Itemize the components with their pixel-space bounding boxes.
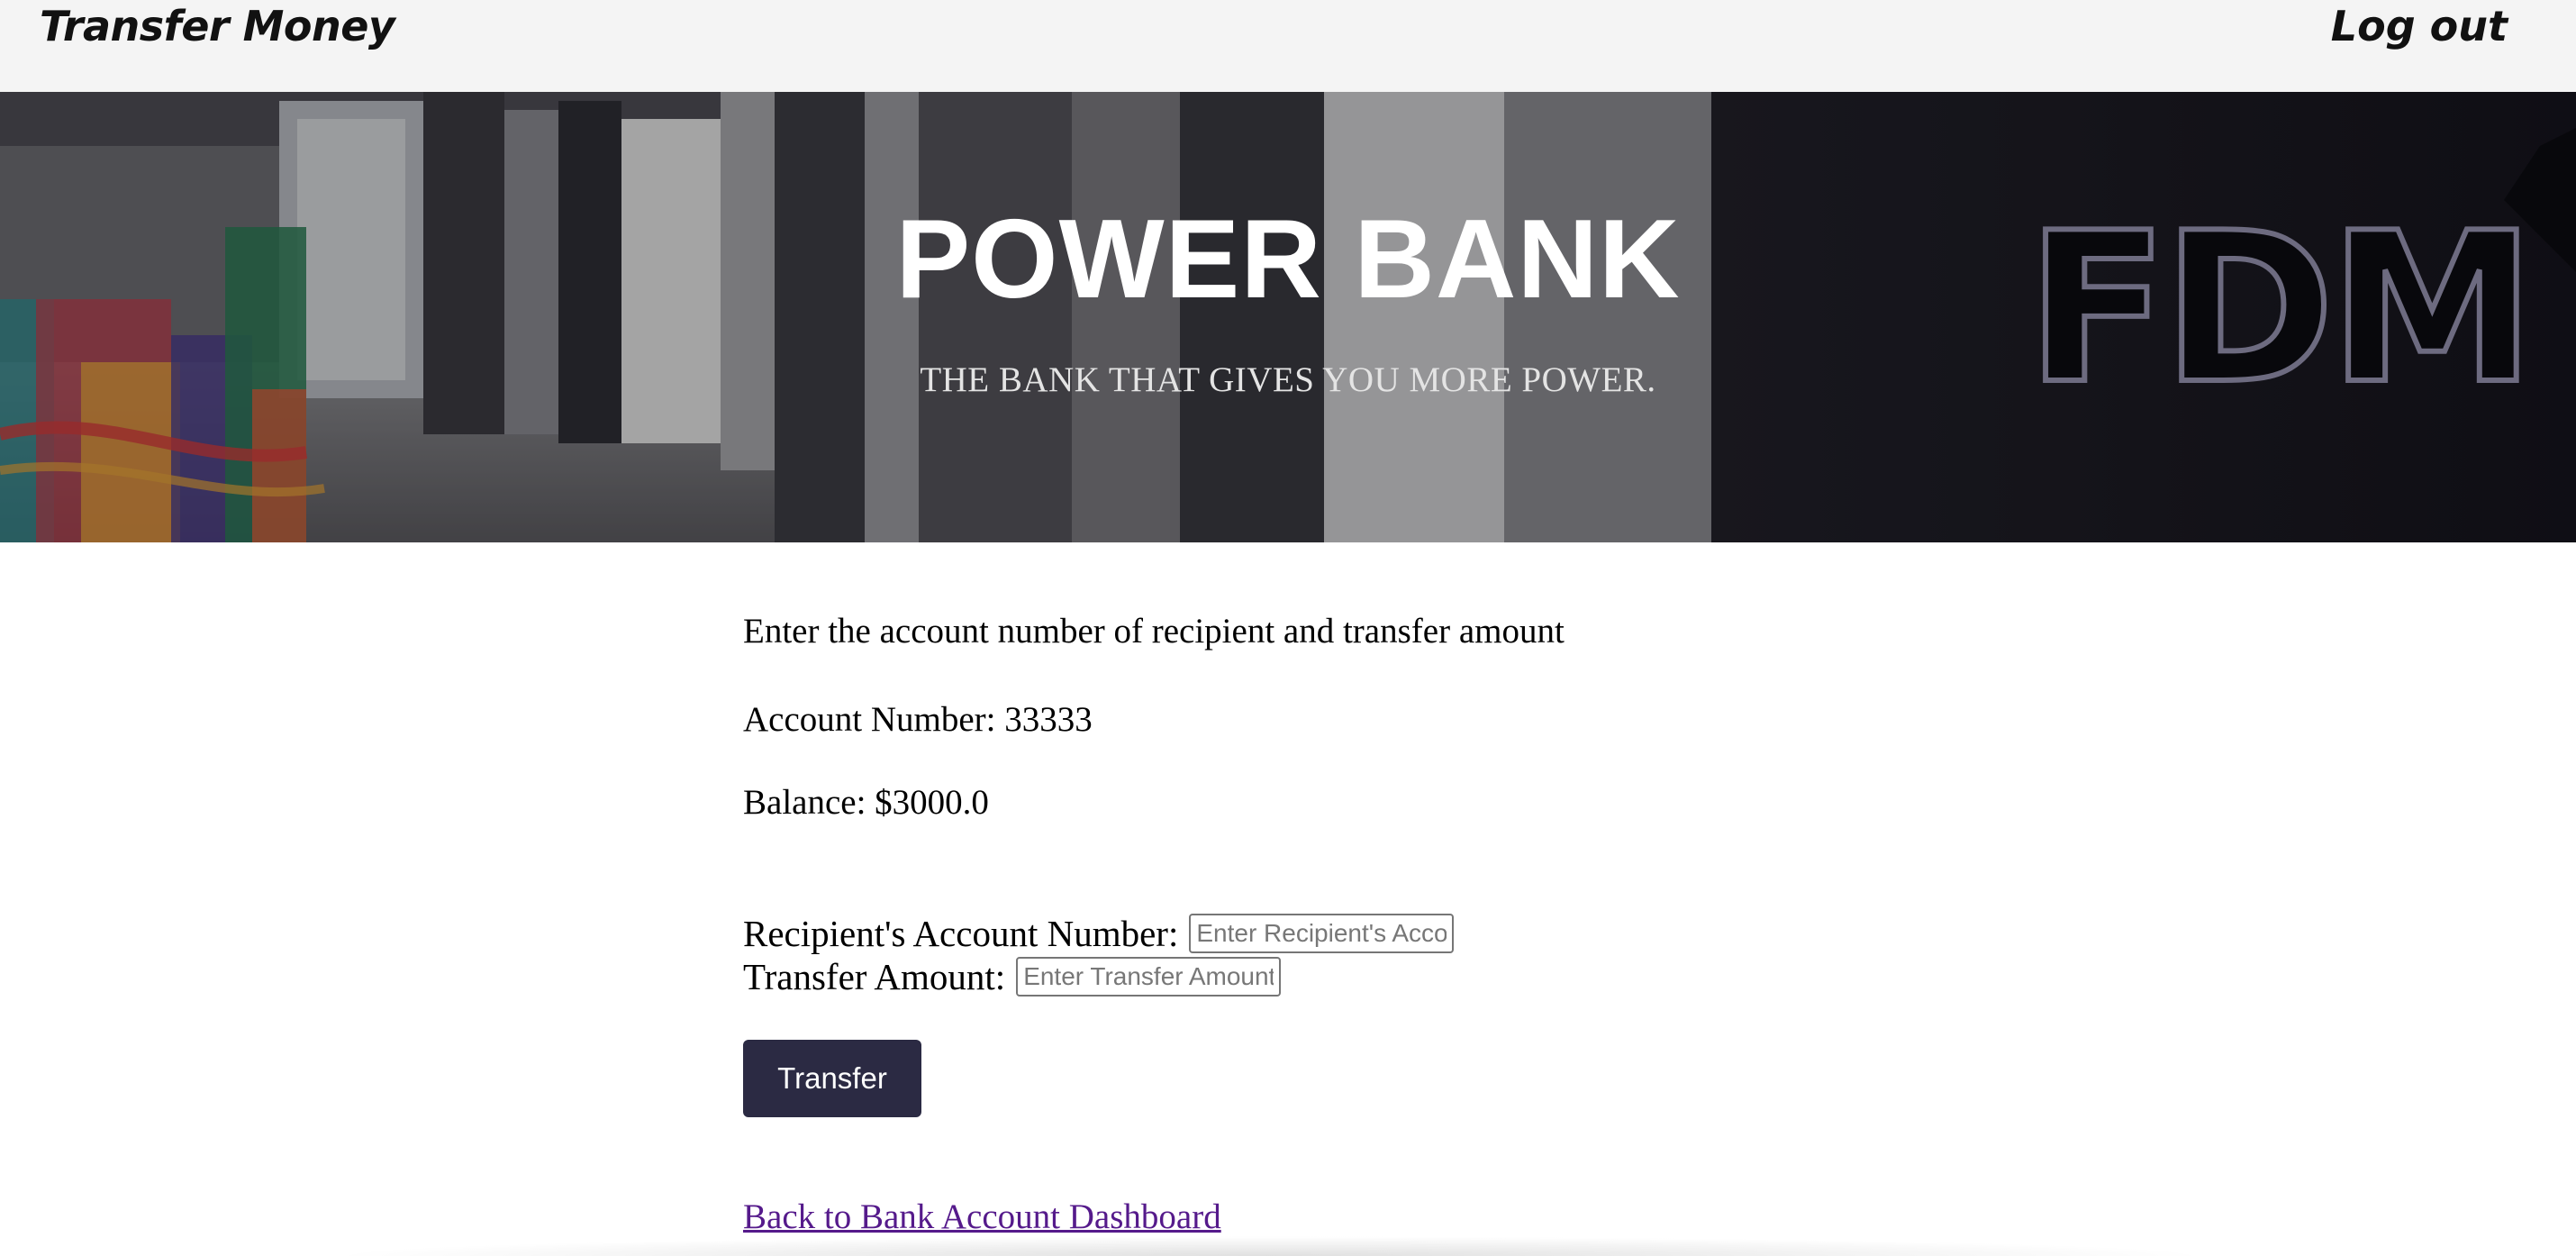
bank-tagline: THE BANK THAT GIVES YOU MORE POWER. xyxy=(920,360,1656,399)
bank-brand-title: POWER BANK xyxy=(895,197,1681,322)
hero-banner: FDM POWER BANK THE BANK THAT GIVES YOU M… xyxy=(0,92,2576,542)
recipient-account-input[interactable] xyxy=(1189,914,1455,953)
footer-shadow xyxy=(324,1236,2216,1256)
recipient-row: Recipient's Account Number: xyxy=(743,912,1455,955)
back-to-dashboard-link[interactable]: Back to Bank Account Dashboard xyxy=(743,1197,1221,1237)
amount-row: Transfer Amount: xyxy=(743,955,1282,998)
transfer-amount-input[interactable] xyxy=(1016,957,1282,997)
page-title: Transfer Money xyxy=(40,2,395,50)
transfer-instructions: Enter the account number of recipient an… xyxy=(743,612,1565,651)
recipient-account-label: Recipient's Account Number: xyxy=(743,913,1179,954)
transfer-amount-label: Transfer Amount: xyxy=(743,956,1006,997)
top-navbar: Transfer Money Log out xyxy=(0,0,2576,92)
account-number-text: Account Number: 33333 xyxy=(743,700,1093,739)
balance-text: Balance: $3000.0 xyxy=(743,783,989,822)
transfer-button[interactable]: Transfer xyxy=(743,1040,921,1117)
logout-link[interactable]: Log out xyxy=(2331,0,2508,52)
